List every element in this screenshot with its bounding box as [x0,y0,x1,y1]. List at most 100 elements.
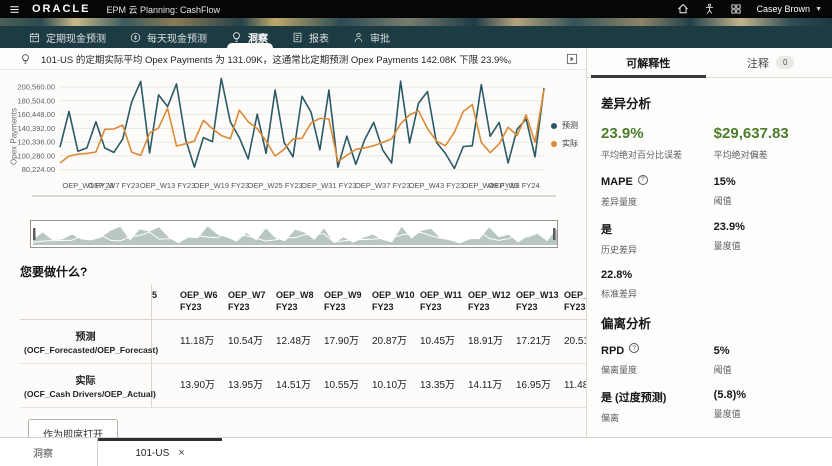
section-heading: 差异分析 [601,93,818,112]
table-cell[interactable] [152,364,180,408]
table-cell[interactable]: 10.45万 [420,320,468,364]
nav-tab-label: 每天现金预测 [147,30,207,45]
count-badge: 0 [776,56,794,69]
scrubber-handle[interactable] [553,228,556,240]
nav-tab-periodic-cash-forecast[interactable]: 定期现金预测 [17,26,118,48]
metric-label: 标准差异 [601,287,714,300]
table-cell[interactable]: 14.11万 [468,364,516,408]
table-column-header[interactable]: OEP_W7FY23 [228,284,276,320]
table-column-header[interactable]: OEP_W14FY23 [564,284,586,320]
table-cell[interactable]: 10.55万 [324,364,372,408]
report-icon [292,32,303,43]
user-menu[interactable]: Casey Brown ▼ [757,4,822,14]
metric-label: 历史差异 [601,243,714,256]
expand-panel-icon[interactable] [566,53,578,65]
help-icon[interactable]: ? [638,175,648,185]
metric-value: 是 (过度预测) [601,389,714,405]
nav-tab-insights[interactable]: 洞察 [219,26,280,48]
table-column-header[interactable]: OEP_W8FY23 [276,284,324,320]
table-cell[interactable]: 14.51万 [276,364,324,408]
table-cell[interactable]: 10.10万 [372,364,420,408]
metric: $29,637.83 平均绝对偏差 [714,125,818,161]
nav-tab-daily-cash-forecast[interactable]: 每天现金预测 [118,26,219,48]
table-cell[interactable]: 16.95万 [516,364,564,408]
oracle-logo: ORACLE [32,3,90,15]
nav-tab-label: 定期现金预测 [46,30,106,45]
table-cell[interactable]: 13.90万 [180,364,228,408]
main-column: 101-US 的定期实际平均 Opex Payments 为 131.09K，这… [0,48,586,437]
insight-text: 101-US 的定期实际平均 Opex Payments 为 131.09K，这… [41,52,517,66]
svg-text:120,336.00: 120,336.00 [17,138,55,147]
metric-value: RPD? [601,345,714,358]
svg-text:OEP_W13 FY23: OEP_W13 FY23 [140,181,195,190]
insight-bar: 101-US 的定期实际平均 Opex Payments 为 131.09K，这… [0,48,586,70]
legend-item[interactable]: 预测 [551,120,578,131]
nav-tab-approvals[interactable]: 审批 [341,26,402,48]
user-name: Casey Brown [757,4,811,14]
nav-tab-reports[interactable]: 报表 [280,26,341,48]
table-cell[interactable]: 17.90万 [324,320,372,364]
table-cell[interactable]: 13.35万 [420,364,468,408]
metric-value: 23.9% [714,221,818,233]
panel-tab-label: 可解释性 [626,55,670,71]
close-icon[interactable]: × [178,448,184,459]
table-cell[interactable]: 20.51万 [564,320,586,364]
data-table: 5OEP_W6FY23OEP_W7FY23OEP_W8FY23OEP_W9FY2… [20,284,586,408]
table-cell[interactable]: 17.21万 [516,320,564,364]
metric: MAPE?差异量度 [601,176,714,208]
nav-tab-label: 报表 [309,30,329,45]
table-column-header[interactable]: OEP_W6FY23 [180,284,228,320]
table-cell[interactable]: 18.91万 [468,320,516,364]
table-cell[interactable]: 12.48万 [276,320,324,364]
highlight-metrics: 23.9%平均绝对百分比误差$29,637.83平均绝对偏差 [601,125,818,161]
table-cell[interactable]: 20.87万 [372,320,420,364]
app-title: EPM 云 Planning: CashFlow [106,3,220,16]
metric: (5.8)%量度值 [714,389,818,424]
scrubber-handle[interactable] [33,228,36,240]
metric-label: 量度值 [714,239,818,252]
table-cell[interactable]: 11.48万 [564,364,586,408]
metric: 5%阈值 [714,345,818,377]
metric: 是历史差异 [601,221,714,256]
table-row-header[interactable]: 预测(OCF_Forecasted/OEP_Forecast) [20,320,152,364]
panel-tab-explainability[interactable]: 可解释性 [587,48,710,77]
metric-value: $29,637.83 [714,125,818,142]
table-cell[interactable] [152,320,180,364]
table-column-header[interactable]: 5 [152,284,180,320]
line-chart[interactable]: Opex Payments 80,224.00100,280.00120,336… [0,70,586,218]
panel-tab-annotations[interactable]: 注释0 [710,48,832,77]
legend-label: 实际 [562,138,578,149]
panel-tabs: 可解释性 注释0 [587,48,832,78]
accessibility-icon[interactable] [704,3,715,15]
table-cell[interactable]: 13.95万 [228,364,276,408]
chart-legend: 预测实际 [551,120,578,149]
metric-value: 15% [714,176,818,188]
approvals-icon [353,32,364,43]
bottom-tab-label: 101-US [135,448,169,459]
time-range-scrubber[interactable] [30,220,558,248]
home-icon[interactable] [677,3,689,15]
app-switcher-grid-icon[interactable] [730,3,742,15]
scrubber-minimap [31,221,559,247]
hamburger-menu-icon[interactable] [9,4,20,15]
metric-value: (5.8)% [714,389,818,401]
metric-label: 平均绝对偏差 [714,148,818,161]
bottom-tab-101-us[interactable]: 101-US × [98,438,222,466]
legend-item[interactable]: 实际 [551,138,578,149]
banner-image [0,18,832,26]
legend-marker [551,141,557,147]
lightbulb-icon [231,31,242,43]
table-cell[interactable]: 11.18万 [180,320,228,364]
table-column-header[interactable]: OEP_W13FY23 [516,284,564,320]
table-row-header[interactable]: 实际(OCF_Cash Drivers/OEP_Actual) [20,364,152,408]
main-nav-bar: 定期现金预测 每天现金预测洞察 报表 审批 [0,26,832,48]
table-column-header[interactable]: OEP_W12FY23 [468,284,516,320]
table-column-header[interactable]: OEP_W9FY23 [324,284,372,320]
table-column-header[interactable]: OEP_W10FY23 [372,284,420,320]
content-area: 101-US 的定期实际平均 Opex Payments 为 131.09K，这… [0,48,832,437]
table-column-header[interactable]: OEP_W11FY23 [420,284,468,320]
table-cell[interactable]: 10.54万 [228,320,276,364]
metric-value: 23.9% [601,125,714,142]
help-icon[interactable]: ? [629,343,639,353]
nav-tab-label: 审批 [370,30,390,45]
